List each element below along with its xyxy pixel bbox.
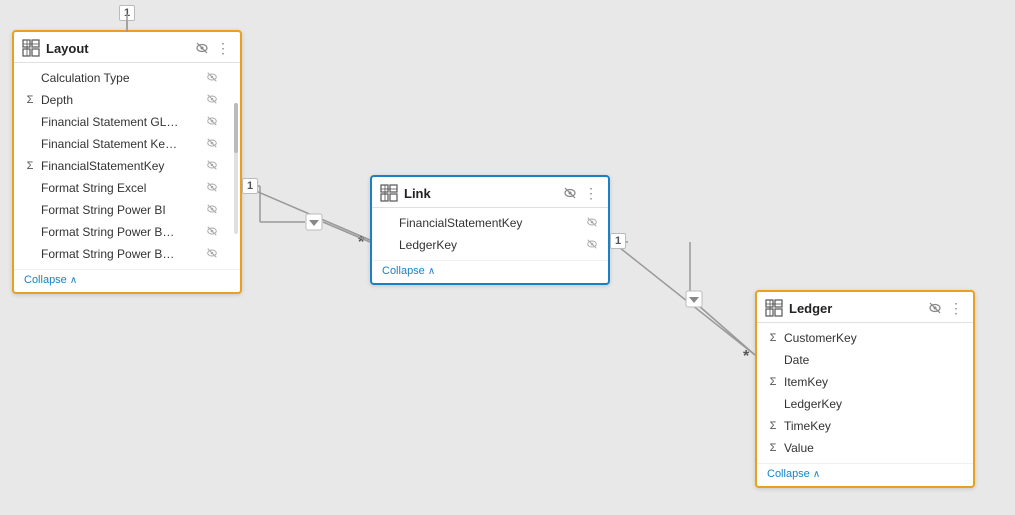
link-table-icon bbox=[380, 184, 398, 202]
table-row[interactable]: Calculation Type bbox=[14, 67, 228, 89]
layout-footer: Collapse bbox=[14, 269, 240, 292]
layout-visibility-icon[interactable] bbox=[194, 40, 210, 56]
badge-layout-link: 1 bbox=[242, 178, 258, 194]
ledger-menu-icon[interactable]: ⋮ bbox=[947, 300, 965, 317]
table-row[interactable]: LedgerKey bbox=[757, 393, 973, 415]
ledger-collapse-link[interactable]: Collapse bbox=[767, 468, 963, 480]
link-menu-icon[interactable]: ⋮ bbox=[582, 185, 600, 202]
layout-header-actions: ⋮ bbox=[194, 40, 232, 57]
ledger-table-icon bbox=[765, 299, 783, 317]
link-visibility-icon[interactable] bbox=[562, 185, 578, 201]
table-row[interactable]: Date bbox=[757, 349, 973, 371]
card-ledger: Ledger ⋮ Σ CustomerKey Date bbox=[755, 290, 975, 488]
layout-menu-icon[interactable]: ⋮ bbox=[214, 40, 232, 57]
connector-dropdown-arrow bbox=[305, 213, 323, 234]
table-row[interactable]: Financial Statement Ke… bbox=[14, 133, 228, 155]
card-link: Link ⋮ FinancialStatementKey bbox=[370, 175, 610, 285]
ledger-footer: Collapse bbox=[757, 463, 973, 486]
card-layout: Layout ⋮ Calculation Type bbox=[12, 30, 242, 294]
link-footer: Collapse bbox=[372, 260, 608, 283]
ledger-visibility-icon[interactable] bbox=[927, 300, 943, 316]
table-row[interactable]: Format String Power BI bbox=[14, 199, 228, 221]
table-row[interactable]: Σ FinancialStatementKey bbox=[14, 155, 228, 177]
badge-top-layout: 1 bbox=[119, 5, 135, 21]
table-row[interactable]: Σ CustomerKey bbox=[757, 327, 973, 349]
layout-scrollbar-thumb bbox=[234, 103, 238, 153]
table-row[interactable]: Format String Power B… bbox=[14, 221, 228, 243]
badge-link-ledger: 1 bbox=[610, 233, 626, 249]
card-link-header: Link ⋮ bbox=[372, 177, 608, 208]
table-row[interactable]: FinancialStatementKey bbox=[372, 212, 608, 234]
card-ledger-header: Ledger ⋮ bbox=[757, 292, 973, 323]
table-row[interactable]: Σ TimeKey bbox=[757, 415, 973, 437]
asterisk-ledger-left: * bbox=[743, 348, 749, 366]
table-row[interactable]: Financial Statement GL… bbox=[14, 111, 228, 133]
card-layout-header: Layout ⋮ bbox=[14, 32, 240, 63]
ledger-header-actions: ⋮ bbox=[927, 300, 965, 317]
asterisk-link-left: * bbox=[358, 234, 364, 252]
link-header-actions: ⋮ bbox=[562, 185, 600, 202]
ledger-title: Ledger bbox=[789, 301, 921, 316]
table-row[interactable]: LedgerKey bbox=[372, 234, 608, 256]
canvas: 1 Layout ⋮ bbox=[0, 0, 1015, 515]
table-row[interactable]: Σ Depth bbox=[14, 89, 228, 111]
layout-scrollbar[interactable] bbox=[234, 103, 238, 234]
layout-table-icon bbox=[22, 39, 40, 57]
link-title: Link bbox=[404, 186, 556, 201]
layout-title: Layout bbox=[46, 41, 188, 56]
table-row[interactable]: Σ Value bbox=[757, 437, 973, 459]
layout-collapse-link[interactable]: Collapse bbox=[24, 274, 230, 286]
layout-card-body: Calculation Type Σ Depth Financial State… bbox=[14, 63, 240, 269]
table-row[interactable]: Σ ItemKey bbox=[757, 371, 973, 393]
table-row[interactable]: Format String Excel bbox=[14, 177, 228, 199]
link-card-body: FinancialStatementKey LedgerKey bbox=[372, 208, 608, 260]
link-collapse-link[interactable]: Collapse bbox=[382, 265, 598, 277]
ledger-card-body: Σ CustomerKey Date Σ ItemKey LedgerKey Σ… bbox=[757, 323, 973, 463]
table-row[interactable]: Format String Power B… bbox=[14, 243, 228, 265]
connector-dropdown-arrow-2 bbox=[685, 290, 703, 311]
